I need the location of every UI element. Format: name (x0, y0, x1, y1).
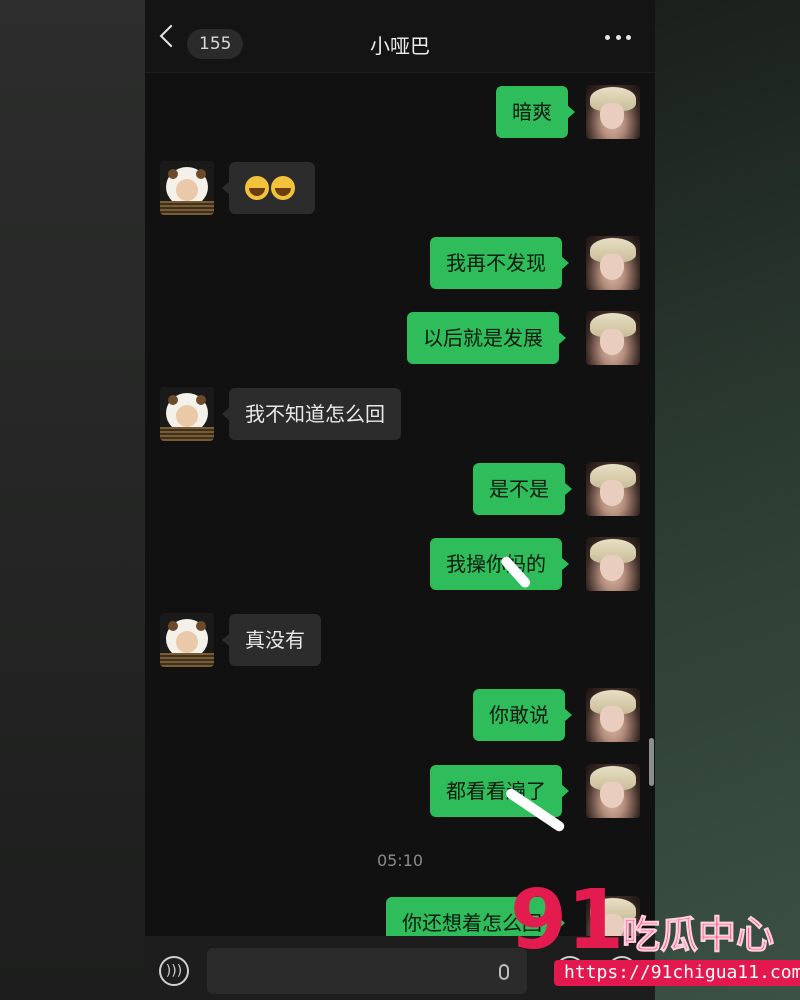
message-bubble-sent[interactable]: 以后就是发展 (407, 312, 566, 364)
watermark-number: 91 (510, 873, 625, 968)
message-timestamp: 05:10 (376, 851, 424, 870)
message-input[interactable] (207, 948, 527, 994)
laughing-crying-emoji-icon (245, 176, 269, 200)
message-bubble-received[interactable]: 真没有 (222, 614, 321, 666)
message-bubble-sent[interactable]: 你敢说 (473, 689, 572, 741)
contact-avatar[interactable] (160, 613, 214, 667)
message-bubble-received[interactable]: 我不知道怎么回 (222, 388, 401, 440)
message-bubble-sent[interactable]: 是不是 (473, 463, 572, 515)
laughing-crying-emoji-icon (271, 176, 295, 200)
mic-icon[interactable] (499, 964, 509, 980)
left-blur-background (0, 0, 145, 1000)
voice-icon[interactable]: ))) (159, 956, 189, 986)
my-avatar[interactable] (586, 85, 640, 139)
message-bubble-sent[interactable]: 我操你妈的 (430, 538, 569, 590)
my-avatar[interactable] (586, 764, 640, 818)
my-avatar[interactable] (586, 688, 640, 742)
my-avatar[interactable] (586, 462, 640, 516)
scrollbar[interactable] (649, 738, 654, 786)
watermark-logo: 91 吃瓜中心 https://91chigua11.com (510, 873, 800, 990)
chat-header: 155 小哑巴 (145, 0, 655, 73)
watermark-url: https://91chigua11.com (554, 960, 800, 986)
more-dots-icon[interactable] (605, 35, 631, 41)
right-blur-background (655, 0, 800, 1000)
my-avatar[interactable] (586, 537, 640, 591)
contact-avatar[interactable] (160, 161, 214, 215)
message-bubble-sent[interactable]: 我再不发现 (430, 237, 569, 289)
chat-title: 小哑巴 (370, 34, 430, 58)
my-avatar[interactable] (586, 311, 640, 365)
contact-avatar[interactable] (160, 387, 214, 441)
message-bubble-received[interactable] (222, 162, 315, 214)
message-bubble-sent[interactable]: 暗爽 (496, 86, 575, 138)
watermark-brand: 吃瓜中心 (621, 913, 775, 958)
my-avatar[interactable] (586, 236, 640, 290)
chat-screen: 155 小哑巴 暗爽 我再不发现 以后就是发展 我不知道怎么回 是不是 我操你妈… (145, 0, 655, 1000)
